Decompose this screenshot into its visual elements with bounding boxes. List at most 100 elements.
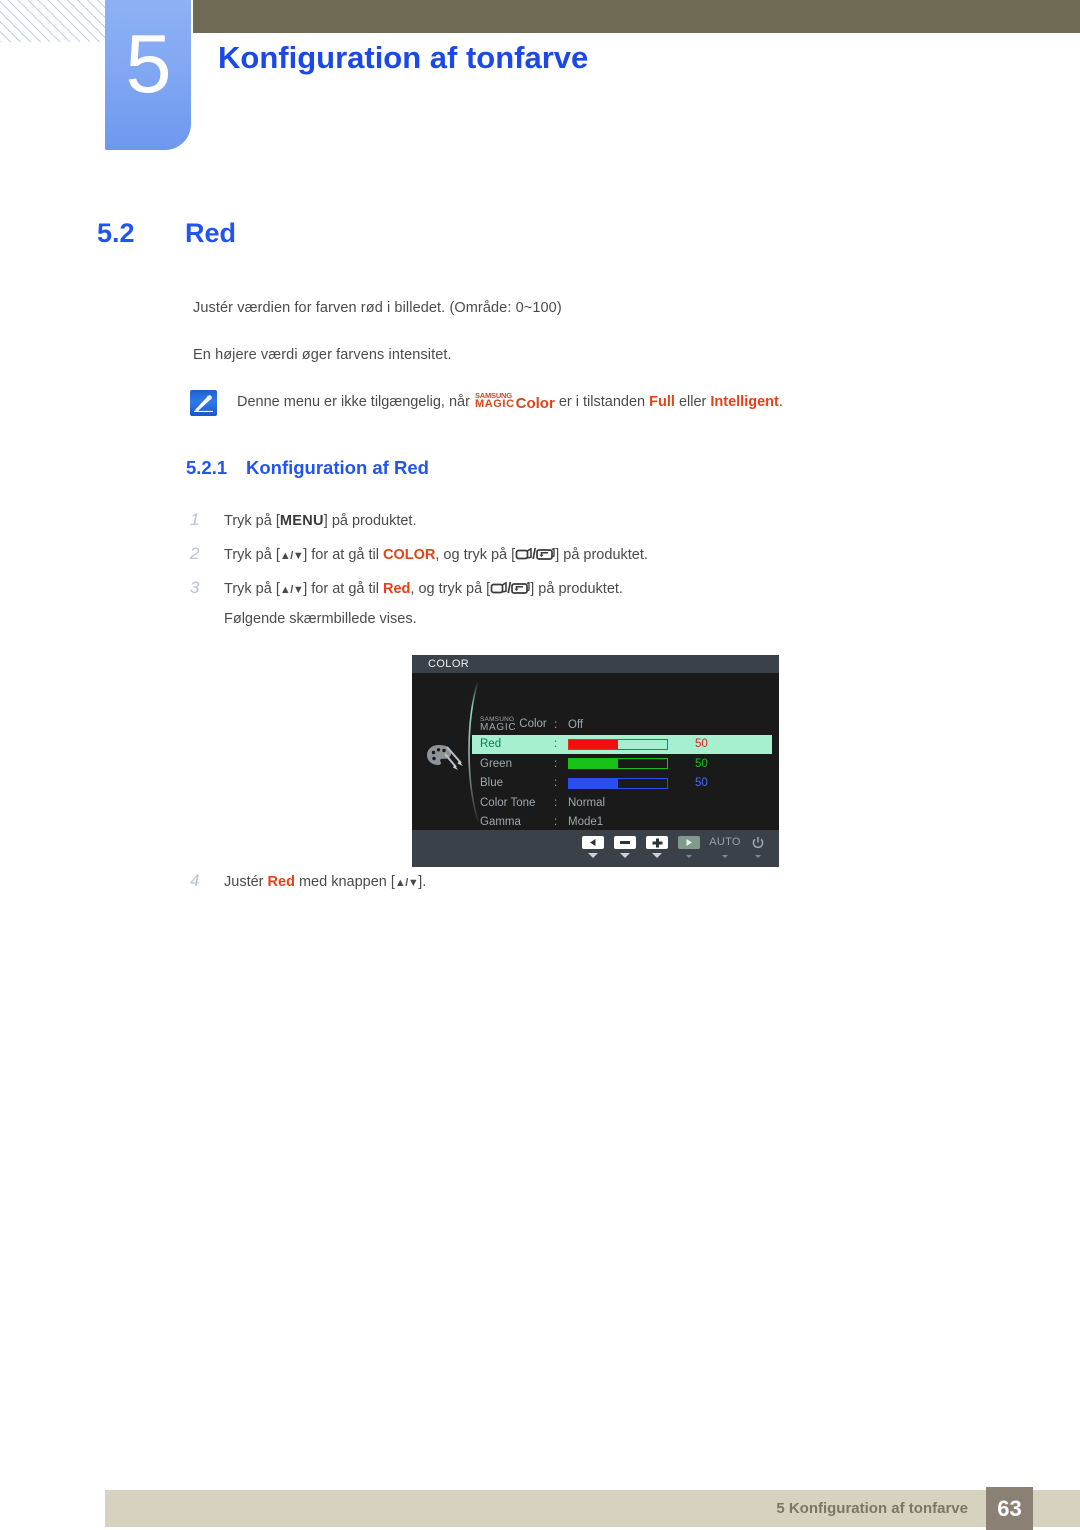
minus-icon <box>614 836 636 849</box>
osd-colon-red: : <box>554 738 558 751</box>
osd-slider-track-green <box>568 758 668 770</box>
auto-indicator <box>722 855 728 858</box>
section-heading: 5.2 Red <box>97 218 236 249</box>
osd-row-blue[interactable]: Blue : 50 <box>472 774 772 794</box>
power-icon <box>752 836 764 849</box>
auto-label: AUTO <box>709 836 741 848</box>
osd-plus-button[interactable] <box>641 830 673 858</box>
note-text-between: eller <box>678 394 707 410</box>
step-3-text-b: ] for at gå til <box>303 581 379 597</box>
step-3-arrow-keys: ▲/▼ <box>279 584 304 596</box>
enter-button-icon <box>511 581 530 599</box>
osd-row-colortone[interactable]: Color Tone : Normal <box>472 793 772 813</box>
osd-value-magiccolor: Off <box>568 718 584 731</box>
section-title: Red <box>185 218 237 248</box>
step-2-text: Tryk på [▲/▼] for at gå til COLOR, og tr… <box>224 547 648 565</box>
osd-button-bar: AUTO <box>412 830 779 867</box>
step-2-number: 2 <box>190 544 200 563</box>
osd-magic-line2: MAGIC <box>480 721 517 733</box>
note-keyword-intelligent: Intelligent <box>710 394 779 410</box>
subsection-heading: 5.2.1 Konfiguration af Red <box>186 457 429 479</box>
enter-button-icon <box>536 547 555 565</box>
power-indicator <box>755 855 761 858</box>
pen-glyph <box>194 395 213 412</box>
source-button-icon <box>490 581 507 599</box>
osd-slider-blue[interactable]: 50 <box>568 777 708 789</box>
step-3-text-a: Tryk på [ <box>224 581 280 597</box>
note-text-before: Denne menu er ikke tilgængelig, når <box>237 394 470 410</box>
left-arrow-indicator <box>588 853 598 858</box>
osd-slider-fill-blue <box>569 778 618 788</box>
step-4-arrow-keys: ▲/▼ <box>394 877 419 889</box>
step-3-text-d: ] på produktet. <box>530 581 623 597</box>
magic-logo-line2: MAGIC <box>474 398 515 410</box>
palette-icon <box>427 745 463 770</box>
osd-slider-track-red <box>568 738 668 750</box>
right-arrow-icon <box>678 836 700 849</box>
osd-slider-red[interactable]: 50 <box>568 738 708 750</box>
header-hatch-pattern <box>0 0 106 42</box>
osd-slider-track-blue <box>568 777 668 789</box>
source-button-icon <box>515 547 532 565</box>
subsection-number: 5.2.1 <box>186 457 228 478</box>
note-block: Denne menu er ikke tilgængelig, når SAMS… <box>190 389 783 417</box>
step-1-key-menu: MENU <box>279 513 324 529</box>
note-text-middle: er i tilstanden <box>558 394 646 410</box>
step-3-number: 3 <box>190 578 200 597</box>
osd-right-arrow-button[interactable] <box>673 830 705 858</box>
osd-slider-green[interactable]: 50 <box>568 758 708 770</box>
note-text-end: . <box>778 394 783 410</box>
osd-value-green: 50 <box>695 757 708 770</box>
step-4-number: 4 <box>190 871 200 890</box>
chapter-title: Konfiguration af tonfarve <box>218 40 589 75</box>
osd-left-arrow-button[interactable] <box>577 830 609 858</box>
osd-label-gamma: Gamma <box>480 816 521 829</box>
step-3: 3 Tryk på [▲/▼] for at gå til Red, og tr… <box>190 578 623 599</box>
osd-label-blue: Blue <box>480 777 504 790</box>
section-paragraph-2: En højere værdi øger farvens intensitet. <box>193 347 452 363</box>
step-1-text-b: ] på produktet. <box>323 513 417 529</box>
step-4: 4 Justér Red med knappen [▲/▼]. <box>190 871 426 891</box>
step-2-text-a: Tryk på [ <box>224 547 280 563</box>
section-number: 5.2 <box>97 218 135 248</box>
footer-text: 5 Konfiguration af tonfarve <box>776 1500 968 1517</box>
osd-body: SAMSUNG MAGIC Color : Off Red : 50 Green… <box>412 673 779 830</box>
step-1-text: Tryk på [MENU] på produktet. <box>224 513 416 529</box>
osd-row-green[interactable]: Green : 50 <box>472 754 772 774</box>
osd-auto-button[interactable]: AUTO <box>705 830 745 858</box>
osd-colon-green: : <box>554 757 558 770</box>
osd-menu-rows: SAMSUNG MAGIC Color : Off Red : 50 Green… <box>472 715 772 832</box>
step-3-text: Tryk på [▲/▼] for at gå til Red, og tryk… <box>224 581 623 599</box>
osd-magic-suffix: Color <box>519 717 547 730</box>
osd-label-colortone: Color Tone <box>480 796 536 809</box>
step-4-text-a: Justér <box>224 874 264 890</box>
step-1: 1 Tryk på [MENU] på produktet. <box>190 510 416 530</box>
chapter-number: 5 <box>125 16 171 110</box>
step-2-text-d: ] på produktet. <box>555 547 648 563</box>
magic-logo: SAMSUNG MAGIC <box>474 392 515 410</box>
osd-power-button[interactable] <box>745 830 771 858</box>
note-text: Denne menu er ikke tilgængelig, når SAMS… <box>237 389 783 417</box>
step-2-arrow-keys: ▲/▼ <box>279 550 304 562</box>
plus-icon <box>646 836 668 849</box>
step-4-text-b: med knappen [ <box>298 874 395 890</box>
step-3-keyword-red: Red <box>383 581 411 597</box>
step-4-keyword-red: Red <box>267 874 295 890</box>
osd-colon-blue: : <box>554 777 558 790</box>
osd-minus-button[interactable] <box>609 830 641 858</box>
step-2-text-b: ] for at gå til <box>303 547 379 563</box>
header-olive-bar <box>193 0 1080 33</box>
step-2: 2 Tryk på [▲/▼] for at gå til COLOR, og … <box>190 544 648 565</box>
step-4-text: Justér Red med knappen [▲/▼]. <box>224 874 426 890</box>
note-pen-icon <box>190 390 217 416</box>
osd-label-green: Green <box>480 757 512 770</box>
osd-label-magiccolor: SAMSUNG MAGIC Color <box>472 716 554 733</box>
osd-label-red: Red <box>480 738 502 751</box>
osd-colon-colortone: : <box>554 796 558 809</box>
osd-row-red[interactable]: Red : 50 <box>472 734 772 754</box>
osd-title: COLOR <box>412 655 779 673</box>
step-1-text-a: Tryk på [ <box>224 513 280 529</box>
note-keyword-full: Full <box>649 394 675 410</box>
osd-value-blue: 50 <box>695 777 708 790</box>
osd-row-magiccolor[interactable]: SAMSUNG MAGIC Color : Off <box>472 715 772 735</box>
